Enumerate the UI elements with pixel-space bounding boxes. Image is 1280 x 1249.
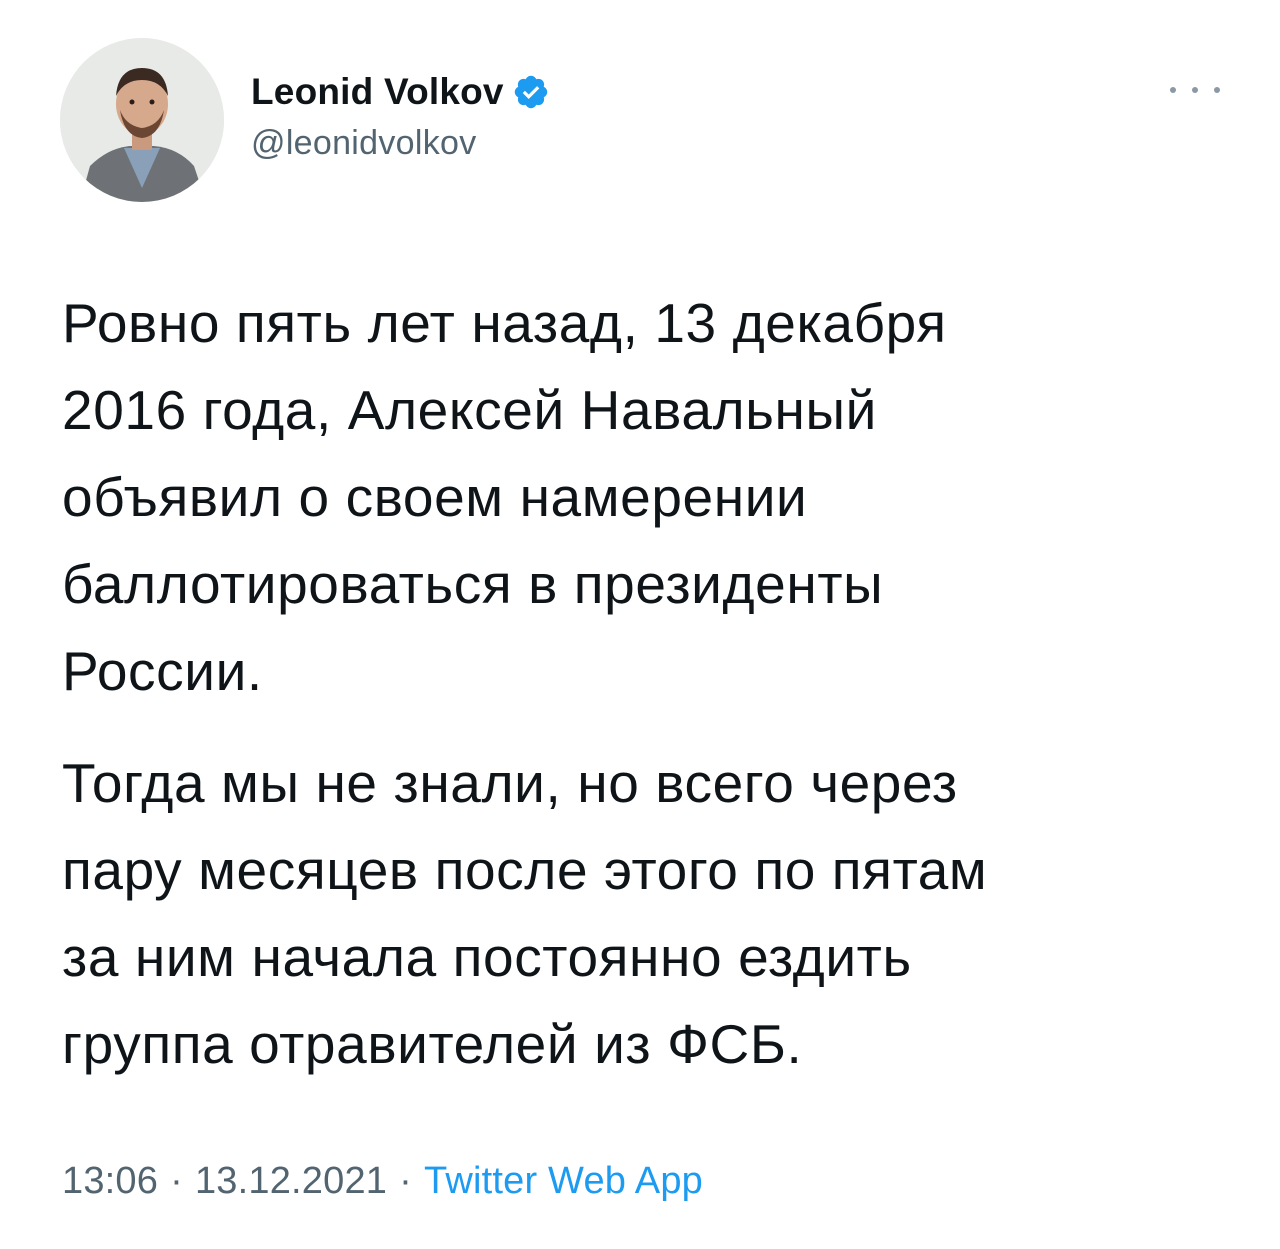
tweet: Leonid Volkov @leonidvolkov Ровно пять л…	[0, 0, 1280, 1249]
avatar-photo	[60, 38, 224, 202]
avatar[interactable]	[60, 38, 224, 202]
meta-separator: ·	[399, 1160, 412, 1202]
tweet-line: баллотироваться в президенты	[62, 553, 884, 615]
tweet-paragraph: Ровно пять лет назад, 13 декабря 2016 го…	[62, 280, 1232, 715]
more-horizontal-icon	[1192, 87, 1198, 93]
tweet-date[interactable]: 13.12.2021	[195, 1160, 387, 1202]
tweet-line: группа отравителей из ФСБ.	[62, 1013, 803, 1075]
tweet-line: Тогда мы не знали, но всего через	[62, 752, 958, 814]
tweet-text: Ровно пять лет назад, 13 декабря 2016 го…	[62, 280, 1232, 1088]
author-name[interactable]: Leonid Volkov	[251, 71, 504, 113]
more-options-button[interactable]	[1170, 80, 1220, 100]
tweet-meta: 13:06 · 13.12.2021 · Twitter Web App	[62, 1160, 703, 1203]
tweet-source-link[interactable]: Twitter Web App	[424, 1160, 703, 1202]
meta-separator: ·	[170, 1160, 183, 1202]
tweet-paragraph: Тогда мы не знали, но всего через пару м…	[62, 740, 1232, 1088]
tweet-line: за ним начала постоянно ездить	[62, 926, 912, 988]
author-handle[interactable]: @leonidvolkov	[251, 124, 550, 163]
verified-badge-icon	[512, 73, 550, 111]
author-block: Leonid Volkov @leonidvolkov	[251, 66, 550, 163]
tweet-time[interactable]: 13:06	[62, 1160, 158, 1202]
tweet-line: 2016 года, Алексей Навальный	[62, 379, 877, 441]
tweet-line: объявил о своем намерении	[62, 466, 808, 528]
tweet-line: Ровно пять лет назад, 13 декабря	[62, 292, 947, 354]
author-name-row: Leonid Volkov	[251, 66, 550, 118]
tweet-line: пару месяцев после этого по пятам	[62, 839, 988, 901]
tweet-line: России.	[62, 640, 263, 702]
more-horizontal-icon	[1214, 87, 1220, 93]
more-horizontal-icon	[1170, 87, 1176, 93]
